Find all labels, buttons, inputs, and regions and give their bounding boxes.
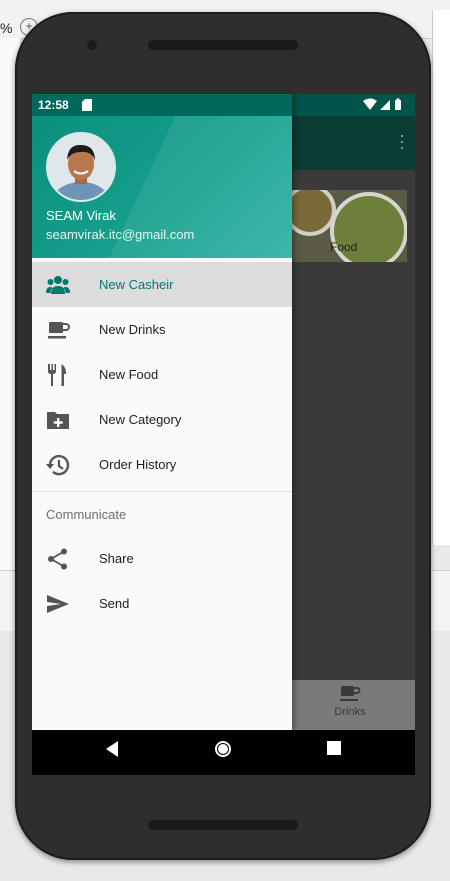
phone-frame: · · · Food Drinks 12:58 SEAM Virak seamv… bbox=[15, 12, 431, 860]
history-icon bbox=[46, 454, 70, 476]
ide-right-panel bbox=[432, 10, 450, 545]
food-card-label: Food bbox=[330, 240, 358, 254]
overflow-menu-icon[interactable]: · · · bbox=[399, 126, 405, 156]
section-title-label: Communicate bbox=[46, 507, 127, 522]
user-email: seamvirak.itc@gmail.com bbox=[46, 227, 195, 242]
avatar[interactable] bbox=[46, 132, 116, 202]
drawer-status-bar: 12:58 bbox=[32, 94, 292, 116]
front-camera bbox=[87, 40, 97, 50]
menu-item-label: Send bbox=[99, 596, 130, 611]
recent-apps-icon[interactable] bbox=[326, 740, 342, 756]
menu-item-send[interactable]: Send bbox=[32, 581, 292, 626]
menu-item-order-history[interactable]: Order History bbox=[32, 442, 292, 487]
profile-photo bbox=[48, 134, 114, 200]
menu-item-share[interactable]: Share bbox=[32, 536, 292, 581]
share-icon bbox=[48, 548, 67, 570]
sd-card-icon bbox=[82, 99, 92, 111]
food-category-card[interactable]: Food bbox=[290, 190, 407, 262]
back-icon[interactable] bbox=[104, 740, 120, 758]
menu-item-label: Share bbox=[99, 551, 134, 566]
status-time: 12:58 bbox=[38, 98, 69, 112]
menu-item-new-casheir[interactable]: New Casheir bbox=[32, 262, 292, 307]
navigation-drawer: 12:58 SEAM Virak seamvirak.itc@gmail.com… bbox=[32, 94, 292, 730]
home-icon[interactable] bbox=[214, 740, 232, 758]
bottom-speaker bbox=[148, 820, 298, 830]
status-icons bbox=[362, 98, 410, 117]
menu-item-label: New Food bbox=[99, 367, 159, 382]
drawer-menu: New Casheir New Drinks New Food New Cate… bbox=[32, 262, 292, 626]
menu-item-label: Order History bbox=[99, 457, 177, 472]
zoom-percent: % bbox=[0, 20, 13, 36]
system-navigation-bar bbox=[32, 730, 415, 775]
coffee-cup-icon bbox=[340, 686, 361, 701]
top-speaker bbox=[148, 40, 298, 50]
drawer-header: SEAM Virak seamvirak.itc@gmail.com bbox=[32, 116, 292, 258]
phone-screen: · · · Food Drinks 12:58 SEAM Virak seamv… bbox=[32, 94, 415, 775]
user-name: SEAM Virak bbox=[46, 208, 116, 223]
menu-item-new-food[interactable]: New Food bbox=[32, 352, 292, 397]
add-folder-icon bbox=[47, 412, 69, 429]
people-icon bbox=[46, 276, 70, 294]
section-title-communicate: Communicate bbox=[32, 492, 292, 536]
coffee-cup-icon bbox=[48, 322, 70, 339]
menu-item-new-category[interactable]: New Category bbox=[32, 397, 292, 442]
bottom-nav-drinks[interactable]: Drinks bbox=[315, 684, 385, 718]
menu-item-label: New Casheir bbox=[99, 277, 174, 292]
menu-item-label: New Drinks bbox=[99, 322, 166, 337]
menu-item-new-drinks[interactable]: New Drinks bbox=[32, 307, 292, 352]
wifi-signal-battery-icon bbox=[363, 98, 401, 110]
fork-knife-icon bbox=[48, 364, 66, 386]
menu-item-label: New Category bbox=[99, 412, 182, 427]
bottom-nav-label: Drinks bbox=[334, 706, 366, 718]
send-icon bbox=[47, 595, 69, 613]
